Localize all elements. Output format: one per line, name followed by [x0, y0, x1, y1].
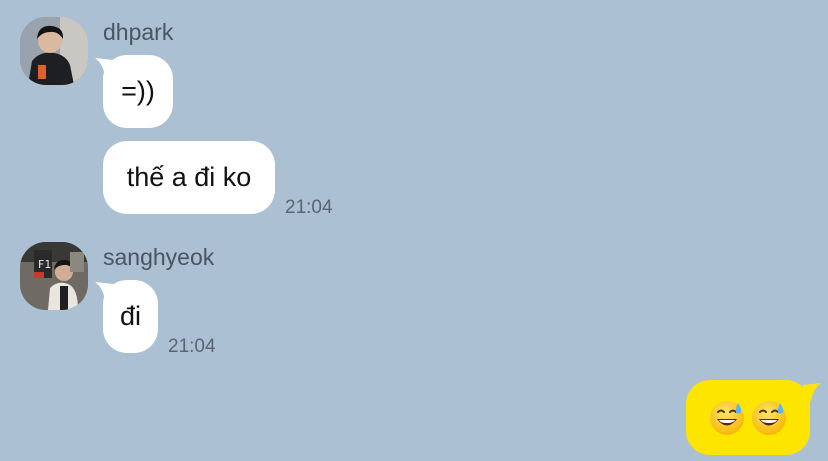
bubble-tail	[803, 383, 821, 401]
avatar-dhpark[interactable]	[20, 17, 88, 85]
avatar-sanghyeok[interactable]: F1	[20, 242, 88, 310]
message-text: đi	[119, 301, 141, 331]
svg-text:F1: F1	[38, 258, 51, 271]
profile-photo-dhpark	[20, 17, 88, 85]
grinning-sweat-emoji	[752, 400, 786, 435]
message-text: =))	[121, 76, 155, 106]
outgoing-message-bubble[interactable]	[686, 380, 810, 455]
sender-name: sanghyeok	[103, 244, 215, 270]
sender-name: dhpark	[103, 19, 174, 45]
message-bubble[interactable]: =))	[103, 55, 173, 128]
message-timestamp: 21:04	[285, 197, 333, 218]
message-bubble[interactable]: thế a đi ko	[103, 141, 275, 214]
profile-photo-sanghyeok: F1	[20, 242, 88, 310]
message-timestamp: 21:04	[168, 336, 216, 357]
message-bubble[interactable]: đi	[103, 280, 158, 353]
message-text: thế a đi ko	[126, 162, 252, 192]
grinning-sweat-emoji	[710, 400, 744, 435]
